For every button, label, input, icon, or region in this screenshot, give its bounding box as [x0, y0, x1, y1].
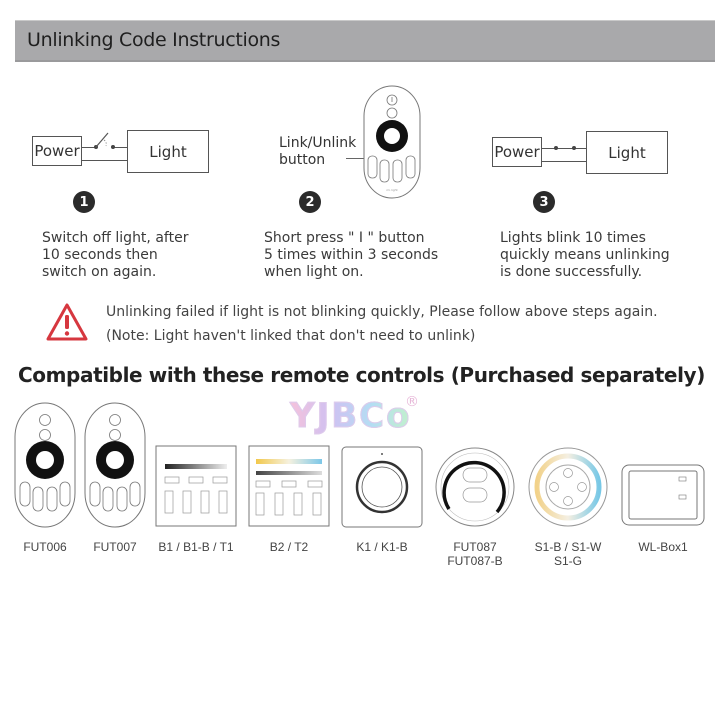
fut006-remote-image	[14, 402, 76, 528]
section-title: Unlinking Code Instructions	[27, 29, 281, 51]
wl-box1-image	[621, 464, 705, 526]
step-number-badge: 3	[533, 191, 555, 213]
section-header: Unlinking Code Instructions	[15, 20, 715, 62]
warning-line-2: (Note: Light haven't linked that don't n…	[106, 328, 476, 344]
light-label: Light	[149, 142, 187, 161]
b1-panel-image	[155, 445, 237, 527]
k1-knob-panel-image	[341, 446, 423, 528]
warning-triangle-icon	[46, 303, 88, 341]
power-label: Power	[34, 142, 80, 160]
step-description: Switch off light, after 10 seconds then …	[42, 230, 189, 280]
b2-panel-image	[248, 445, 330, 527]
fut007-remote-image	[84, 402, 146, 528]
wire	[82, 160, 127, 162]
compatible-title: Compatible with these remote controls (P…	[18, 363, 705, 387]
remote-control-icon: mi·light	[363, 85, 421, 199]
step-description: Lights blink 10 times quickly means unli…	[500, 230, 670, 280]
svg-text:mi·light: mi·light	[386, 188, 398, 192]
power-box: Power	[492, 137, 542, 167]
light-box: Light	[127, 130, 209, 173]
link-unlink-callout: Link/Unlink button	[279, 135, 357, 168]
switch-contact	[572, 146, 576, 150]
switch-contact	[554, 146, 558, 150]
brand-watermark: YJBCo	[290, 396, 412, 437]
power-box: Power	[32, 136, 82, 166]
light-label: Light	[608, 143, 646, 162]
light-box: Light	[586, 131, 668, 174]
open-switch-icon	[95, 132, 109, 148]
step-number-badge: 2	[299, 191, 321, 213]
wire	[542, 148, 586, 150]
fut087-dial-remote-image	[435, 447, 515, 527]
s1-dial-panel-image	[528, 447, 608, 527]
product-label: WL-Box1	[638, 540, 688, 554]
step-number-badge: 1	[73, 191, 95, 213]
registered-mark: ®	[405, 394, 419, 410]
power-label: Power	[494, 143, 540, 161]
step-description: Short press " I " button 5 times within …	[264, 230, 439, 280]
wire	[542, 161, 586, 163]
warning-line-1: Unlinking failed if light is not blinkin…	[106, 304, 658, 320]
product-label: S1-B / S1-W S1-G	[534, 540, 602, 568]
